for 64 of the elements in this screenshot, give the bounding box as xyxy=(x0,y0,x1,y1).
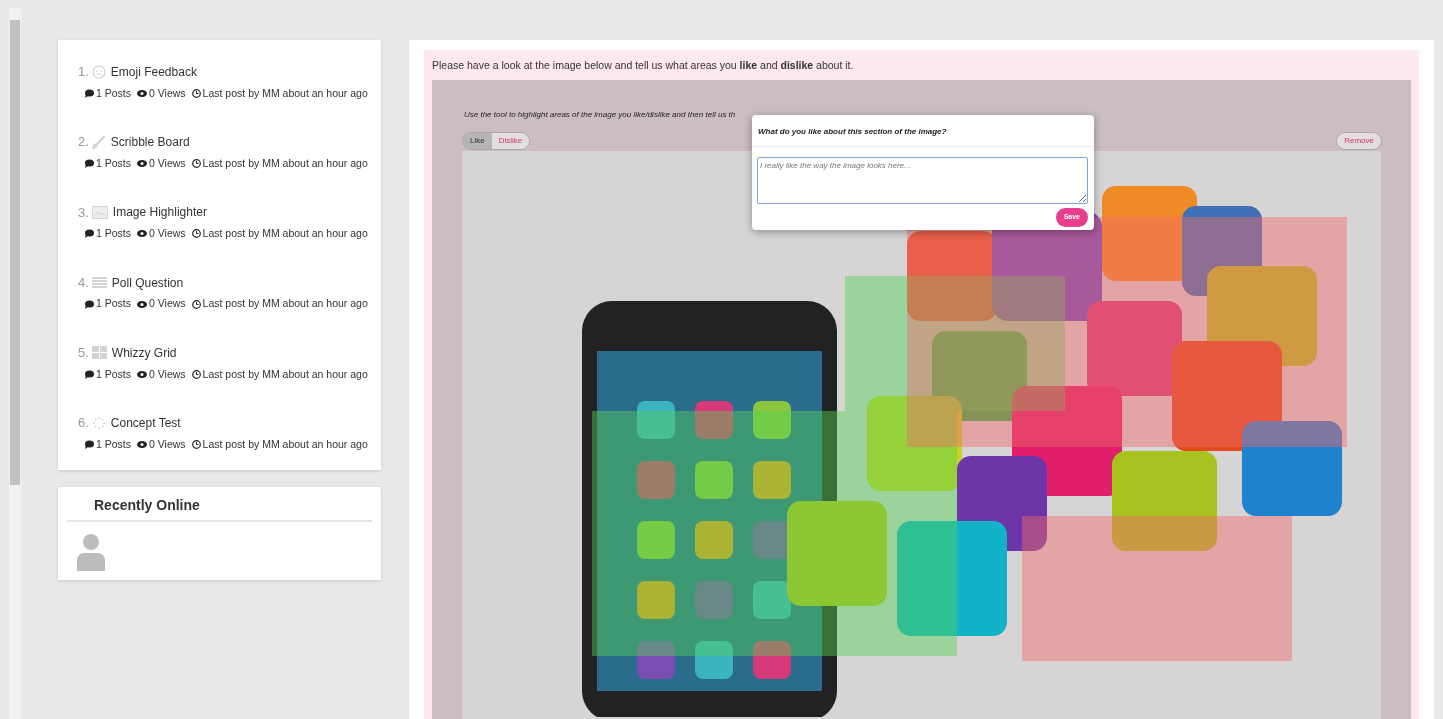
eye-icon xyxy=(137,230,148,238)
popup-question: What do you like about this section of the image? xyxy=(752,115,1094,147)
topic-number: 3. xyxy=(78,203,89,222)
clock-icon xyxy=(191,299,201,309)
remove-button[interactable]: Remove xyxy=(1336,132,1382,150)
list-icon xyxy=(91,276,107,289)
speech-bubble-icon xyxy=(84,299,94,309)
posts-count: 1 Posts xyxy=(96,155,132,171)
views-count: 0 Views xyxy=(149,85,186,101)
topic-title[interactable]: Scribble Board xyxy=(110,133,190,151)
task-prompt: Please have a look at the image below and tell us what areas you like and dislike about it. xyxy=(432,58,855,72)
speech-bubble-icon xyxy=(84,369,94,379)
clock-icon xyxy=(191,369,201,379)
grid-icon xyxy=(91,346,107,360)
spinner-icon xyxy=(91,416,106,430)
last-post: Last post by MM about an hour ago xyxy=(202,155,368,171)
smiley-icon xyxy=(91,64,106,79)
views-count: 0 Views xyxy=(149,296,186,312)
mode-toggle[interactable]: Like xyxy=(463,133,492,149)
posts-count: 1 Posts xyxy=(96,366,132,382)
topic-title[interactable]: Emoji Feedback xyxy=(110,62,197,81)
last-post: Last post by MM about an hour ago xyxy=(202,366,368,382)
instruction-text: Use the tool to highlight areas of the image you like/dislike and then tell us th xyxy=(464,109,736,121)
section-title: Recently Online xyxy=(67,495,372,522)
topic-title[interactable]: Image Highlighter xyxy=(112,203,207,222)
eye-icon xyxy=(137,441,148,449)
topic-number: 2. xyxy=(78,133,89,152)
speech-bubble-icon xyxy=(84,159,94,169)
views-count: 0 Views xyxy=(149,436,186,452)
topic-number: 6. xyxy=(78,414,89,433)
posts-count: 1 Posts xyxy=(96,436,132,452)
last-post: Last post by MM about an hour ago xyxy=(202,296,368,312)
scrollbar[interactable] xyxy=(9,8,21,719)
clock-icon xyxy=(191,440,201,450)
speech-bubble-icon xyxy=(84,88,94,98)
user-silhouette-icon xyxy=(77,533,105,571)
views-count: 0 Views xyxy=(149,226,186,241)
views-count: 0 Views xyxy=(149,155,186,171)
topic-number: 4. xyxy=(78,273,89,292)
topic-number: 1. xyxy=(78,63,89,81)
last-post: Last post by MM about an hour ago xyxy=(202,226,368,241)
clock-icon xyxy=(191,229,201,239)
speech-bubble-icon xyxy=(84,229,94,239)
topic-title[interactable]: Poll Question xyxy=(111,273,184,292)
brush-icon xyxy=(91,135,106,149)
eye-icon xyxy=(137,300,148,308)
posts-count: 1 Posts xyxy=(96,296,132,312)
clock-icon xyxy=(191,88,201,98)
topic-title[interactable]: Whizzy Grid xyxy=(111,343,177,362)
image-icon xyxy=(91,205,108,219)
speech-bubble-icon xyxy=(84,440,94,450)
clock-icon xyxy=(191,159,201,169)
posts-count: 1 Posts xyxy=(96,85,132,101)
views-count: 0 Views xyxy=(149,366,186,382)
eye-icon xyxy=(137,160,148,168)
comment-field[interactable]: I really like the way the image looks here... xyxy=(757,157,1088,204)
posts-count: 1 Posts xyxy=(96,226,132,241)
eye-icon xyxy=(137,370,148,378)
topic-number: 5. xyxy=(78,344,89,362)
topic-title[interactable]: Concept Test xyxy=(110,414,181,432)
last-post: Last post by MM about an hour ago xyxy=(202,436,368,452)
last-post: Last post by MM about an hour ago xyxy=(202,85,368,101)
mode-toggle[interactable]: Dislike xyxy=(491,133,530,149)
eye-icon xyxy=(137,89,148,97)
